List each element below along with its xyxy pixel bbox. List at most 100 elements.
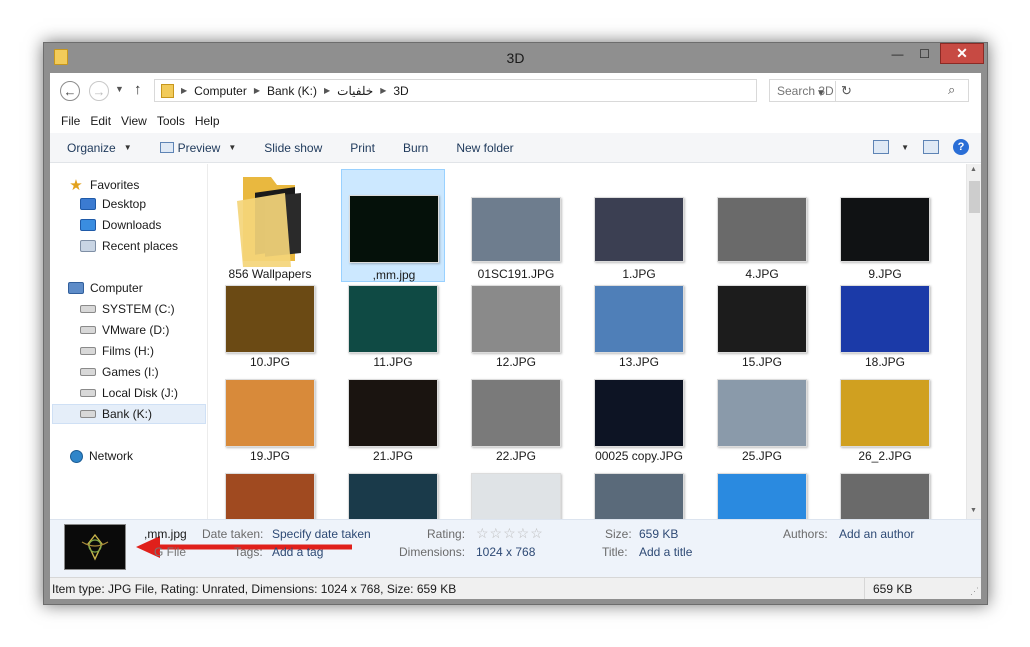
drive-icon xyxy=(80,326,96,334)
close-button[interactable]: ✕ xyxy=(940,43,984,64)
nav-drive-h[interactable]: Films (H:) xyxy=(80,344,154,358)
breadcrumb-bank[interactable]: Bank (K:) xyxy=(267,84,317,98)
window-title: 3D xyxy=(506,50,525,66)
maximize-button[interactable]: ☐ xyxy=(911,43,938,64)
view-controls: ▼ ? xyxy=(873,139,969,155)
address-bar[interactable]: ▶ Computer ▶ Bank (K:) ▶ خلفيات ▶ 3D ▼ ↻ xyxy=(154,79,852,102)
authors-field[interactable]: Add an author xyxy=(839,527,914,541)
folder-icon xyxy=(161,84,174,98)
nav-favorites[interactable]: ★ Favorites xyxy=(68,176,139,194)
nav-computer-label: Computer xyxy=(90,281,143,295)
nav-drive-j[interactable]: Local Disk (J:) xyxy=(80,386,178,400)
file-tile[interactable] xyxy=(218,451,322,519)
dimensions-value: 1024 x 768 xyxy=(476,545,536,559)
up-button[interactable]: ↑ xyxy=(134,81,142,98)
size-value: 659 KB xyxy=(639,527,679,541)
image-thumbnail xyxy=(471,379,561,447)
organize-button[interactable]: Organize ▼ xyxy=(67,141,132,155)
forward-button[interactable]: → xyxy=(89,81,109,101)
file-tile[interactable] xyxy=(341,451,445,519)
nav-recent-places-label: Recent places xyxy=(102,239,179,253)
minimize-button[interactable]: — xyxy=(884,43,911,64)
menu-bar: File Edit View Tools Help xyxy=(50,109,981,133)
nav-recent-places[interactable]: Recent places xyxy=(80,239,178,253)
scroll-up-icon[interactable]: ▲ xyxy=(970,166,977,173)
menu-view[interactable]: View xyxy=(119,114,155,128)
image-thumbnail xyxy=(594,285,684,353)
image-thumbnail xyxy=(594,473,684,519)
menu-edit[interactable]: Edit xyxy=(88,114,119,128)
image-thumbnail xyxy=(471,473,561,519)
file-tile[interactable] xyxy=(710,451,814,519)
nav-downloads-label: Downloads xyxy=(102,218,162,232)
selected-file-thumbnail xyxy=(64,524,126,570)
nav-desktop[interactable]: Desktop xyxy=(80,197,146,211)
image-thumbnail xyxy=(225,379,315,447)
nav-downloads[interactable]: Downloads xyxy=(80,218,161,232)
nav-drive-label: Games (I:) xyxy=(102,365,159,379)
burn-button[interactable]: Burn xyxy=(403,141,428,155)
breadcrumb-folder[interactable]: خلفيات xyxy=(337,84,373,98)
nav-drive-k[interactable]: Bank (K:) xyxy=(80,407,152,421)
image-thumbnail xyxy=(717,473,807,519)
search-box[interactable]: ⌕ xyxy=(769,79,969,102)
drive-icon xyxy=(80,347,96,355)
nav-drive-d[interactable]: VMware (D:) xyxy=(80,323,169,337)
image-thumbnail xyxy=(840,197,930,262)
preview-button[interactable]: Preview ▼ xyxy=(159,140,236,155)
nav-network[interactable]: Network xyxy=(70,449,133,463)
rating-label: Rating: xyxy=(427,527,466,541)
view-icon xyxy=(873,140,890,154)
back-button[interactable]: ← xyxy=(60,81,80,101)
star-icon: ★ xyxy=(69,177,83,194)
file-tile[interactable] xyxy=(464,451,568,519)
menu-tools[interactable]: Tools xyxy=(155,114,193,128)
date-taken-field[interactable]: Specify date taken xyxy=(272,527,371,541)
nav-drive-label: SYSTEM (C:) xyxy=(102,302,175,316)
search-icon[interactable]: ⌕ xyxy=(948,82,955,98)
status-text: Item type: JPG File, Rating: Unrated, Di… xyxy=(52,582,457,596)
new-folder-button[interactable]: New folder xyxy=(456,141,513,155)
image-thumbnail xyxy=(717,379,807,447)
tags-field[interactable]: Add a tag xyxy=(272,545,323,559)
nav-computer[interactable]: Computer xyxy=(68,281,143,295)
organize-label: Organize xyxy=(67,140,116,155)
image-thumbnail xyxy=(717,285,807,353)
desktop-icon xyxy=(80,198,96,210)
chevron-right-icon: ▶ xyxy=(380,86,387,95)
image-thumbnail xyxy=(225,473,315,519)
menu-help[interactable]: Help xyxy=(193,114,228,128)
status-size: 659 KB xyxy=(864,578,964,599)
image-icon xyxy=(159,142,174,153)
vertical-scrollbar[interactable]: ▲ ▼ xyxy=(966,164,981,519)
nav-drive-label: Films (H:) xyxy=(102,344,154,358)
scrollbar-thumb[interactable] xyxy=(969,181,980,213)
menu-file[interactable]: File xyxy=(59,114,88,128)
chevron-down-icon: ▼ xyxy=(123,143,132,152)
image-thumbnail xyxy=(349,195,439,263)
image-thumbnail xyxy=(348,285,438,353)
title-bar[interactable]: 3D — ☐ ✕ xyxy=(44,43,987,73)
preview-label: Preview xyxy=(177,140,221,155)
nav-drive-i[interactable]: Games (I:) xyxy=(80,365,159,379)
scroll-down-icon[interactable]: ▼ xyxy=(970,507,977,514)
breadcrumb-computer[interactable]: Computer xyxy=(194,84,247,98)
print-button[interactable]: Print xyxy=(350,141,375,155)
breadcrumb-current[interactable]: 3D xyxy=(393,84,408,98)
preview-pane-button[interactable] xyxy=(923,140,939,154)
rating-stars[interactable]: ☆☆☆☆☆ xyxy=(476,525,544,542)
recent-locations-dropdown[interactable]: ▼ xyxy=(115,84,124,94)
slideshow-button[interactable]: Slide show xyxy=(264,141,322,155)
size-label: Size: xyxy=(605,527,632,541)
file-tile[interactable] xyxy=(587,451,691,519)
nav-drive-c[interactable]: SYSTEM (C:) xyxy=(80,302,175,316)
resize-grip-icon[interactable]: ⋰ xyxy=(970,586,979,597)
title-field[interactable]: Add a title xyxy=(639,545,692,559)
computer-icon xyxy=(68,282,84,294)
image-thumbnail xyxy=(594,197,684,262)
help-icon[interactable]: ? xyxy=(953,139,969,155)
file-tile[interactable] xyxy=(833,451,937,519)
search-input[interactable] xyxy=(777,84,937,98)
change-view-button[interactable]: ▼ xyxy=(873,140,909,154)
details-file-name: ,mm.jpg xyxy=(144,527,187,541)
